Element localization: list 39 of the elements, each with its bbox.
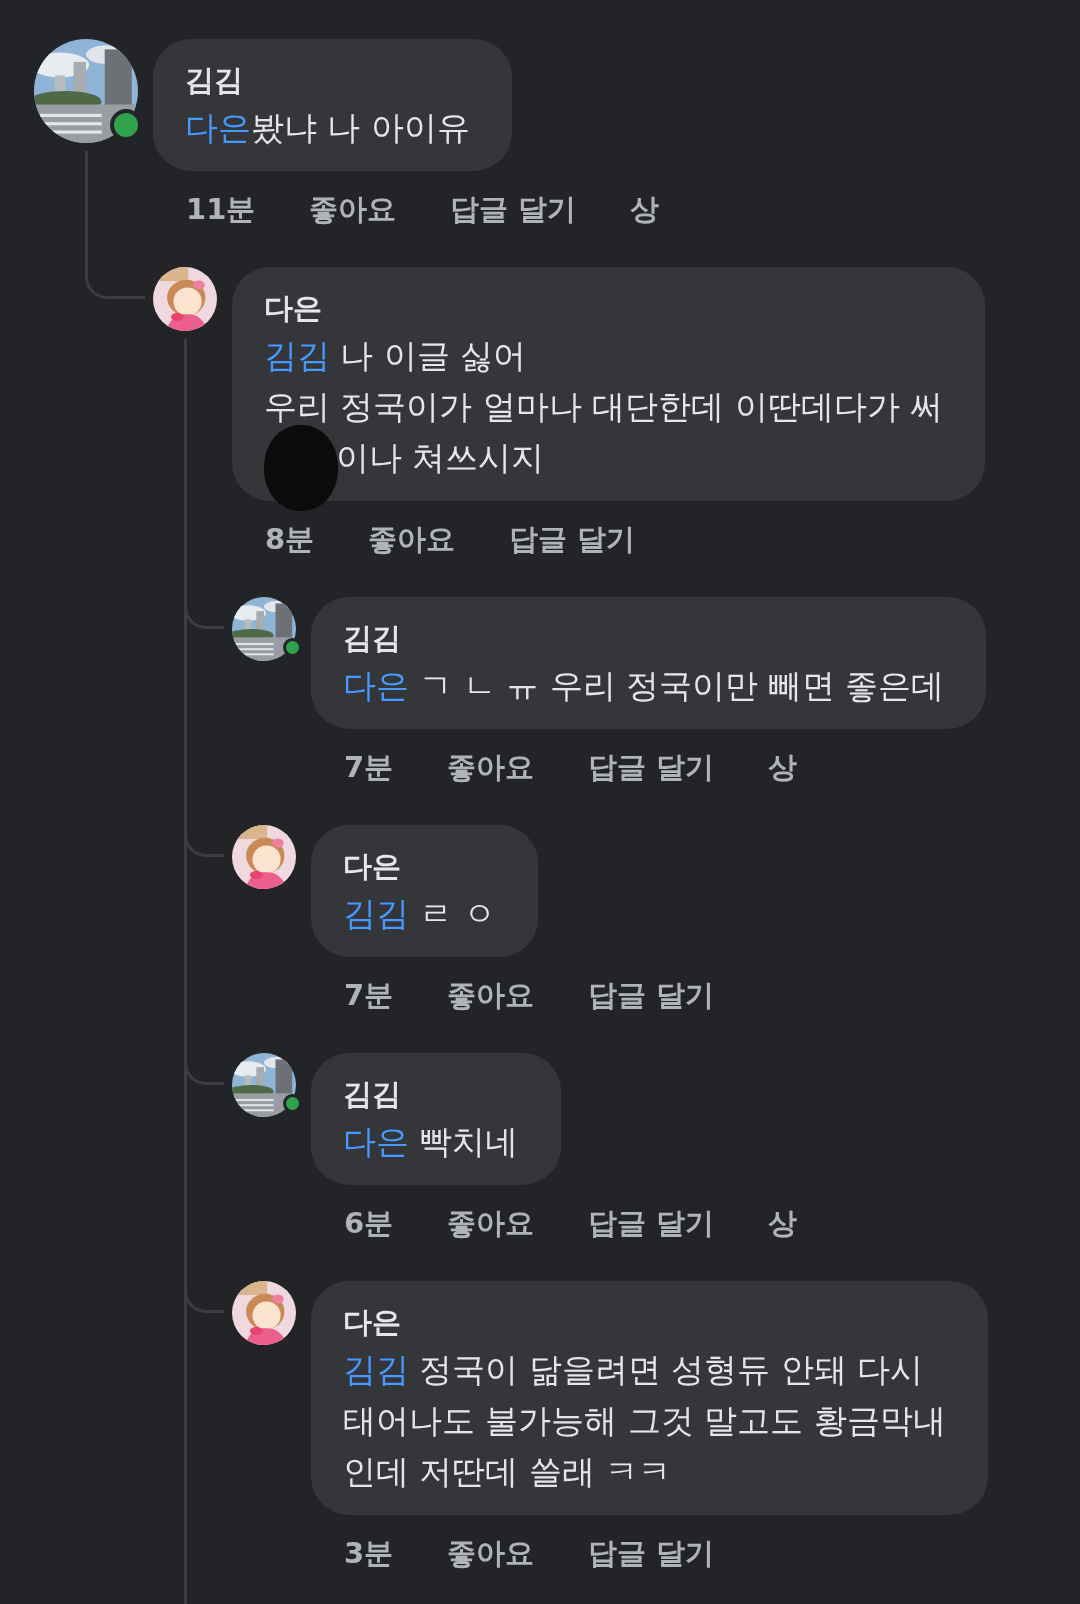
mention-link[interactable]: 다은 <box>343 666 409 705</box>
mention-link[interactable]: 김김 <box>343 894 409 933</box>
action-link[interactable]: 답글 달기 <box>588 1531 715 1575</box>
action-link[interactable]: 좋아요 <box>368 517 456 561</box>
author-name[interactable]: 다은 <box>343 844 496 888</box>
mention-link[interactable]: 다은 <box>185 108 251 147</box>
author-name[interactable]: 김김 <box>343 616 945 660</box>
action-link[interactable]: 좋아요 <box>309 187 397 231</box>
action-link[interactable]: 좋아요 <box>447 1531 535 1575</box>
mention-link[interactable]: 김김 <box>343 1350 409 1389</box>
action-link[interactable]: 답글 달기 <box>588 1201 715 1245</box>
comment-text: 다은 빡치네 <box>343 1121 519 1163</box>
comment-time: 8분 <box>265 521 315 558</box>
action-link[interactable]: 상 <box>768 1201 798 1245</box>
author-name[interactable]: 김김 <box>343 1072 519 1116</box>
action-link[interactable]: 좋아요 <box>447 973 535 1017</box>
action-link[interactable]: 답글 달기 <box>509 517 636 561</box>
comment-text: 다은봤냐 나 아이유 <box>185 107 470 149</box>
action-link[interactable]: 답글 달기 <box>588 973 715 1017</box>
author-name[interactable]: 다은 <box>343 1300 946 1344</box>
action-link[interactable]: 답글 달기 <box>588 745 715 789</box>
comment-text: 김김 나 이글 싫어 우리 정국이가 얼마나 대단한데 이딴데다가 써 이나 쳐쓰시지 <box>264 330 944 483</box>
author-name[interactable]: 다은 <box>264 286 944 330</box>
comment-time: 7분 <box>344 749 394 786</box>
comment-text: 다은 ㄱ ㄴ ㅠ 우리 정국이만 빼면 좋은데 <box>343 665 945 707</box>
comment-time: 11분 <box>186 191 256 228</box>
mention-link[interactable]: 김김 <box>264 336 330 375</box>
action-link[interactable]: 답글 달기 <box>450 187 577 231</box>
author-name[interactable]: 김김 <box>185 58 470 102</box>
mention-link[interactable]: 다은 <box>343 1122 409 1161</box>
comment-time: 3분 <box>344 1535 394 1572</box>
comment-text: 김김 정국이 닮을려면 성형듀 안돼 다시 태어나도 불가능해 그것 말고도 황금막내 인데 저딴데 쓸래 ㅋㅋ <box>343 1349 946 1493</box>
comment-time: 6분 <box>344 1205 394 1242</box>
action-link[interactable]: 상 <box>768 745 798 789</box>
comment-time: 7분 <box>344 977 394 1014</box>
action-link[interactable]: 좋아요 <box>447 745 535 789</box>
action-link[interactable]: 상 <box>630 187 660 231</box>
comment-text: 김김 ㄹ ㅇ <box>343 893 496 935</box>
action-link[interactable]: 좋아요 <box>447 1201 535 1245</box>
